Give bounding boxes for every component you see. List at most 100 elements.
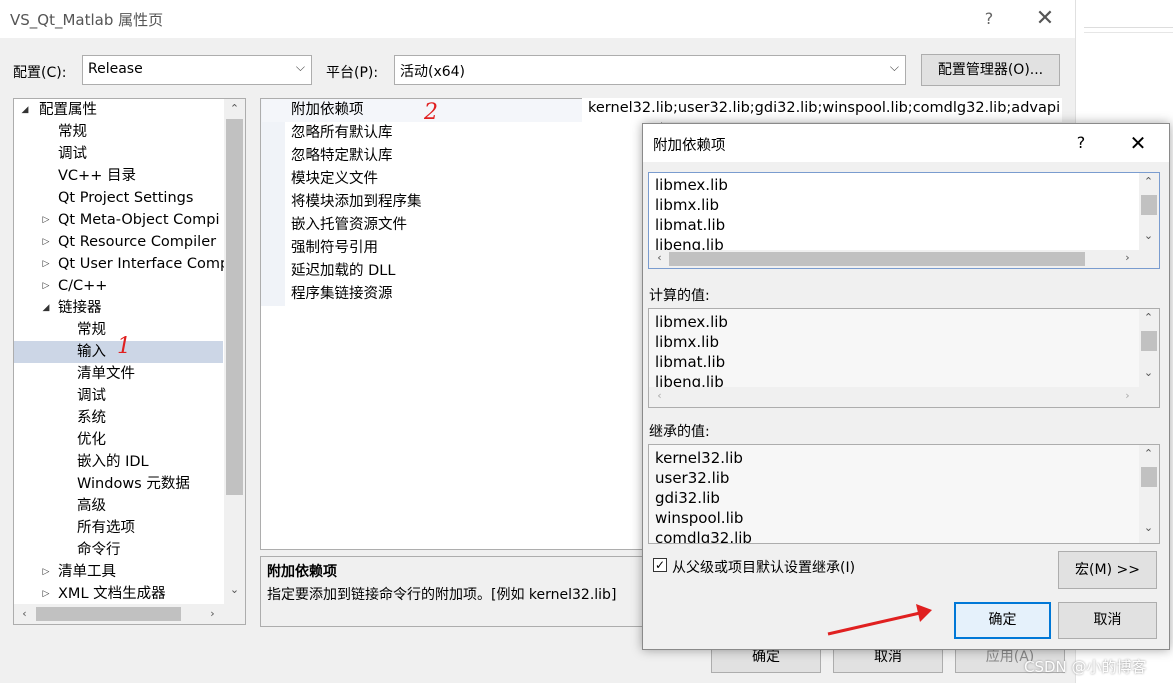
scroll-left-icon[interactable]: ‹ (651, 251, 668, 264)
tree-item-root[interactable]: 配置属性 (39, 99, 97, 121)
property-row[interactable]: 强制符号引用 (285, 237, 665, 260)
list-item: winspool.lib (655, 509, 744, 527)
tree-item-advanced[interactable]: 高级 (77, 495, 106, 517)
property-grid: 附加依赖项 忽略所有默认库 忽略特定默认库 模块定义文件 将模块添加到程序集 嵌… (260, 98, 662, 550)
tree-vertical-scrollbar[interactable]: ⌃ ⌄ (224, 99, 245, 604)
platform-label: 平台(P): (326, 65, 379, 81)
tree-item-qt-project[interactable]: Qt Project Settings (58, 187, 193, 209)
collapsed-icon[interactable]: ▷ (41, 209, 51, 231)
scroll-up-icon[interactable]: ⌃ (1140, 311, 1157, 324)
scroll-thumb[interactable] (36, 607, 181, 621)
computed-label: 计算的值: (649, 288, 710, 304)
config-value: Release (88, 61, 143, 77)
tree-item-optimization[interactable]: 优化 (77, 429, 106, 451)
dialog-help-button[interactable]: ? (1071, 133, 1091, 152)
tree-item-qt-uic[interactable]: Qt User Interface Comp (58, 253, 229, 275)
inherited-label: 继承的值: (649, 424, 710, 440)
vertical-scrollbar[interactable]: ⌃ ⌄ (1139, 173, 1159, 250)
inherit-checkbox[interactable]: ✓ (653, 558, 667, 572)
tree-item-windows-metadata[interactable]: Windows 元数据 (77, 473, 190, 495)
property-row[interactable]: 嵌入托管资源文件 (285, 214, 665, 237)
platform-value: 活动(x64) (400, 64, 466, 80)
tree-item-manifest-tool[interactable]: 清单工具 (58, 561, 116, 583)
tree-item-linker[interactable]: 链接器 (58, 297, 102, 319)
scroll-down-icon[interactable]: ⌄ (1140, 366, 1157, 379)
dependencies-value[interactable]: kernel32.lib;user32.lib;gdi32.lib;winspo… (582, 98, 1062, 122)
scroll-thumb[interactable] (1141, 467, 1157, 487)
tree-item-all-options[interactable]: 所有选项 (77, 517, 135, 539)
tree-item-embedded-idl[interactable]: 嵌入的 IDL (77, 451, 149, 473)
tree-item-command-line[interactable]: 命令行 (77, 539, 121, 561)
watermark: CSDN @小的博客 (1024, 658, 1147, 676)
property-row[interactable]: 忽略特定默认库 (285, 145, 665, 168)
scroll-left-icon[interactable]: ‹ (651, 389, 668, 402)
tree-item-linker-general[interactable]: 常规 (77, 319, 106, 341)
horizontal-scrollbar[interactable]: ‹ › (649, 387, 1159, 407)
tree-item-linker-debug[interactable]: 调试 (77, 385, 106, 407)
tree-item-xml-doc[interactable]: XML 文档生成器 (58, 583, 166, 605)
dialog-cancel-button[interactable]: 取消 (1058, 602, 1157, 639)
scroll-right-icon[interactable]: › (204, 607, 221, 620)
horizontal-scrollbar[interactable]: ‹ › (649, 250, 1159, 268)
scroll-thumb[interactable] (1141, 331, 1157, 351)
tree-item-manifest-file[interactable]: 清单文件 (77, 363, 135, 385)
macro-button[interactable]: 宏(M) >> (1058, 551, 1157, 589)
computed-listbox: libmex.lib libmx.lib libmat.lib libeng.l… (648, 308, 1160, 408)
scroll-down-icon[interactable]: ⌄ (1140, 229, 1157, 242)
inherited-listbox: kernel32.lib user32.lib gdi32.lib winspo… (648, 444, 1160, 544)
tree-item-debug[interactable]: 调试 (58, 143, 87, 165)
scroll-right-icon[interactable]: › (1119, 251, 1136, 264)
expanded-icon[interactable]: ◢ (41, 297, 51, 319)
help-button[interactable]: ? (979, 9, 999, 28)
tree-item-system[interactable]: 系统 (77, 407, 106, 429)
vertical-scrollbar[interactable]: ⌃ ⌄ (1139, 309, 1159, 387)
scroll-right-icon[interactable]: › (1119, 389, 1136, 402)
list-item[interactable]: libmx.lib (655, 195, 719, 215)
expanded-icon[interactable]: ◢ (20, 99, 30, 121)
list-item: comdlg32.lib (655, 529, 752, 544)
list-item[interactable]: libmex.lib (655, 175, 728, 195)
scroll-up-icon[interactable]: ⌃ (1140, 175, 1157, 188)
tree-item-cpp[interactable]: C/C++ (58, 275, 107, 297)
inherit-checkbox-label[interactable]: 从父级或项目默认设置继承(I) (672, 557, 855, 577)
dialog-close-button[interactable]: ✕ (1125, 131, 1151, 155)
scroll-up-icon[interactable]: ⌃ (1140, 447, 1157, 460)
config-select[interactable]: Release ⌵ (82, 55, 312, 85)
property-row[interactable]: 忽略所有默认库 (285, 122, 665, 145)
collapsed-icon[interactable]: ▷ (41, 583, 51, 605)
scroll-thumb[interactable] (1141, 195, 1157, 215)
annotation-mark-1: 1 (117, 334, 131, 359)
close-button[interactable]: ✕ (1032, 6, 1058, 32)
list-item[interactable]: libmat.lib (655, 215, 725, 235)
tree-horizontal-scrollbar[interactable]: ‹ › (14, 604, 245, 624)
collapsed-icon[interactable]: ▷ (41, 231, 51, 253)
scroll-up-icon[interactable]: ⌃ (226, 102, 243, 115)
collapsed-icon[interactable]: ▷ (41, 253, 51, 275)
property-row[interactable]: 将模块添加到程序集 (285, 191, 665, 214)
tree-item-vc-dirs[interactable]: VC++ 目录 (58, 165, 136, 187)
scroll-down-icon[interactable]: ⌄ (1140, 521, 1157, 534)
title-bar: VS_Qt_Matlab 属性页 ? ✕ (0, 0, 1075, 38)
vertical-scrollbar[interactable]: ⌃ ⌄ (1139, 445, 1159, 543)
dialog-title: 附加依赖项 (653, 138, 726, 154)
property-tree: ◢ 配置属性 常规 调试 VC++ 目录 Qt Project Settings… (13, 98, 246, 625)
window-title: VS_Qt_Matlab 属性页 (10, 11, 164, 29)
scroll-down-icon[interactable]: ⌄ (226, 583, 243, 596)
dialog-ok-button[interactable]: 确定 (954, 602, 1051, 639)
tree-item-qt-rcc[interactable]: Qt Resource Compiler (58, 231, 216, 253)
scroll-thumb[interactable] (226, 119, 243, 495)
list-item: user32.lib (655, 469, 730, 487)
property-row[interactable]: 程序集链接资源 (285, 283, 665, 306)
property-row[interactable]: 模块定义文件 (285, 168, 665, 191)
scroll-left-icon[interactable]: ‹ (16, 607, 33, 620)
collapsed-icon[interactable]: ▷ (41, 275, 51, 297)
scroll-thumb[interactable] (669, 252, 1085, 266)
edit-listbox[interactable]: libmex.lib libmx.lib libmat.lib libeng.l… (648, 172, 1160, 269)
platform-select[interactable]: 活动(x64) ⌵ (394, 55, 906, 85)
tree-item-general[interactable]: 常规 (58, 121, 87, 143)
config-manager-button[interactable]: 配置管理器(O)... (921, 54, 1060, 86)
tree-item-linker-input[interactable]: 输入 (77, 341, 106, 363)
tree-item-qt-moc[interactable]: Qt Meta-Object Compi (58, 209, 220, 231)
collapsed-icon[interactable]: ▷ (41, 561, 51, 583)
property-row[interactable]: 延迟加载的 DLL (285, 260, 665, 283)
